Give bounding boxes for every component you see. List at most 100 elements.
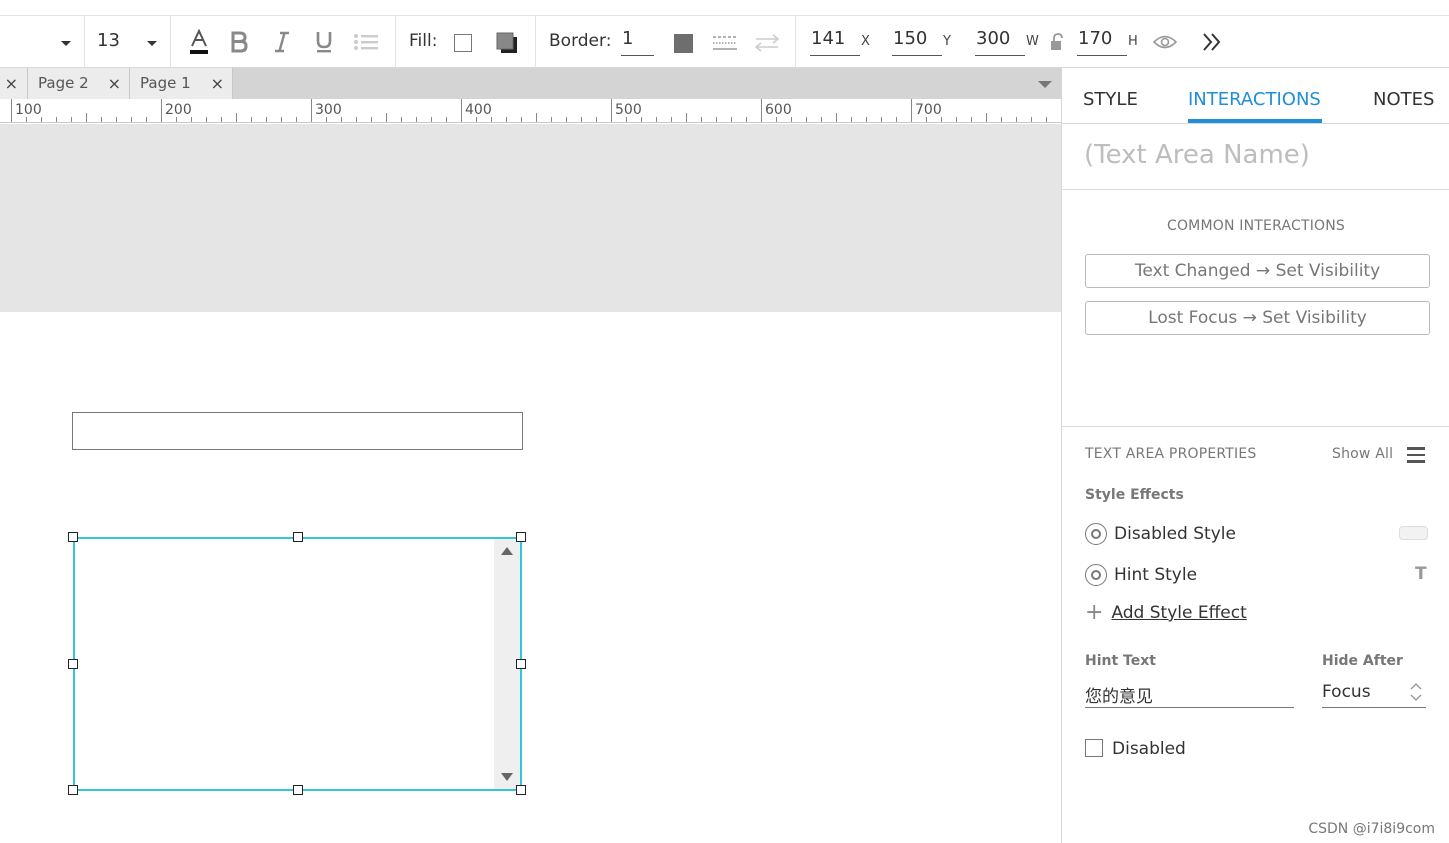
fill-color-button[interactable]: [452, 32, 474, 54]
y-label: Y: [943, 34, 951, 49]
w-field[interactable]: 300: [975, 28, 1025, 56]
x-field[interactable]: 141: [810, 28, 860, 56]
h-field[interactable]: 170: [1077, 28, 1127, 56]
border-style-icon: [713, 36, 737, 50]
widget-name-placeholder[interactable]: (Text Area Name): [1084, 140, 1310, 170]
chevron-down-icon: [61, 40, 71, 46]
visibility-icon: [1152, 35, 1178, 49]
fill-shadow-icon: [496, 32, 517, 53]
tab-list-dropdown-icon[interactable]: [1038, 81, 1052, 88]
ruler-label: 400: [465, 102, 492, 118]
ruler-label: 600: [765, 102, 792, 118]
canvas-gray-area: [0, 124, 1061, 312]
resize-handle-n[interactable]: [293, 532, 303, 542]
w-label: W: [1026, 34, 1039, 49]
resize-handle-nw[interactable]: [68, 532, 78, 542]
font-family-dropdown[interactable]: [56, 36, 76, 50]
y-field[interactable]: 150: [892, 28, 942, 56]
target-icon: [1085, 523, 1107, 545]
hint-style-row[interactable]: Hint Style: [1085, 564, 1197, 586]
page-tab-label: Page 2: [38, 74, 89, 92]
hide-after-label: Hide After: [1322, 653, 1403, 669]
border-color-icon: [673, 33, 693, 53]
widget-name-field[interactable]: (Text Area Name): [1062, 124, 1449, 190]
ruler-label: 200: [165, 102, 192, 118]
page-tab-page-1[interactable]: Page 1 ×: [130, 68, 233, 99]
hint-style-label: Hint Style: [1114, 565, 1198, 585]
toolbar: 13 Fill: Border: 1 141 X 150 Y 300 W 170…: [0, 16, 1449, 68]
resize-handle-se[interactable]: [516, 785, 526, 795]
disabled-checkbox[interactable]: [1085, 739, 1103, 757]
stepper-icon: [1410, 683, 1422, 701]
underline-button[interactable]: [312, 28, 336, 56]
scroll-up-icon[interactable]: [501, 547, 513, 555]
page-tab-label: Page 1: [140, 74, 191, 92]
hide-after-select[interactable]: Focus: [1322, 678, 1426, 708]
toolbar-divider: [170, 16, 171, 68]
font-size-dropdown[interactable]: [142, 36, 162, 50]
page-tab-page-2[interactable]: Page 2 ×: [28, 68, 130, 99]
menu-icon[interactable]: [1407, 447, 1425, 463]
close-icon[interactable]: ×: [211, 74, 224, 93]
toolbar-divider: [84, 16, 85, 68]
text-changed-interaction-button[interactable]: Text Changed → Set Visibility: [1085, 254, 1430, 288]
resize-handle-sw[interactable]: [68, 785, 78, 795]
tab-notes[interactable]: NOTES: [1373, 89, 1434, 110]
inspector-panel: STYLE INTERACTIONS NOTES (Text Area Name…: [1061, 68, 1449, 843]
fill-color-icon: [454, 34, 472, 52]
ruler-label: 700: [915, 102, 942, 118]
ruler-label: 500: [615, 102, 642, 118]
visibility-button[interactable]: [1151, 30, 1179, 54]
page-tab-close-partial[interactable]: ×: [0, 68, 28, 99]
fill-label: Fill:: [409, 31, 438, 51]
design-canvas[interactable]: [0, 124, 1061, 843]
hint-text-field[interactable]: 您的意见: [1085, 678, 1294, 708]
active-tab-indicator: [1188, 119, 1322, 123]
font-size-value[interactable]: 13: [97, 30, 120, 51]
properties-title: TEXT AREA PROPERTIES: [1085, 446, 1257, 462]
resize-handle-ne[interactable]: [516, 532, 526, 542]
tab-style[interactable]: STYLE: [1083, 89, 1138, 110]
text-area-widget-selected[interactable]: [73, 537, 522, 791]
close-icon[interactable]: ×: [5, 74, 18, 93]
fill-shadow-button[interactable]: [494, 30, 520, 56]
italic-icon: [275, 31, 289, 53]
ruler-label: 300: [315, 102, 342, 118]
disabled-style-label: Disabled Style: [1114, 524, 1236, 544]
toolbar-divider: [795, 16, 796, 68]
plus-icon: +: [1085, 600, 1104, 625]
expand-icon: [1203, 33, 1221, 51]
font-color-button[interactable]: [186, 28, 212, 56]
lost-focus-interaction-button[interactable]: Lost Focus → Set Visibility: [1085, 301, 1430, 335]
scroll-down-icon[interactable]: [501, 773, 513, 781]
border-color-button[interactable]: [671, 31, 695, 55]
bullet-list-button[interactable]: [352, 28, 380, 56]
resize-handle-e[interactable]: [516, 659, 526, 669]
bullet-list-icon: [354, 34, 378, 50]
h-label: H: [1128, 34, 1138, 49]
italic-button[interactable]: [270, 28, 294, 56]
show-all-link[interactable]: Show All: [1332, 446, 1393, 462]
text-field-widget[interactable]: [72, 412, 523, 450]
close-icon[interactable]: ×: [108, 74, 121, 93]
expand-toolbar-button[interactable]: [1198, 29, 1226, 55]
add-style-effect-link[interactable]: + Add Style Effect: [1085, 600, 1247, 625]
underline-icon: [316, 32, 332, 53]
disabled-style-row[interactable]: Disabled Style: [1085, 523, 1236, 545]
hint-style-text-icon[interactable]: T: [1415, 564, 1427, 584]
aspect-lock-button[interactable]: [1048, 32, 1066, 52]
border-width-field[interactable]: 1: [621, 28, 654, 56]
arrow-style-button[interactable]: [753, 31, 781, 55]
resize-handle-s[interactable]: [293, 785, 303, 795]
border-style-button[interactable]: [711, 31, 739, 55]
tab-interactions[interactable]: INTERACTIONS: [1188, 89, 1321, 110]
lock-icon: [1051, 33, 1063, 50]
style-effects-title: Style Effects: [1085, 487, 1184, 503]
arrow-style-icon: [754, 34, 780, 52]
toolbar-divider: [395, 16, 396, 68]
section-divider: [1062, 426, 1449, 427]
hint-text-label: Hint Text: [1085, 653, 1156, 669]
disabled-style-swatch[interactable]: [1399, 526, 1428, 540]
bold-button[interactable]: [227, 28, 251, 56]
resize-handle-w[interactable]: [68, 659, 78, 669]
